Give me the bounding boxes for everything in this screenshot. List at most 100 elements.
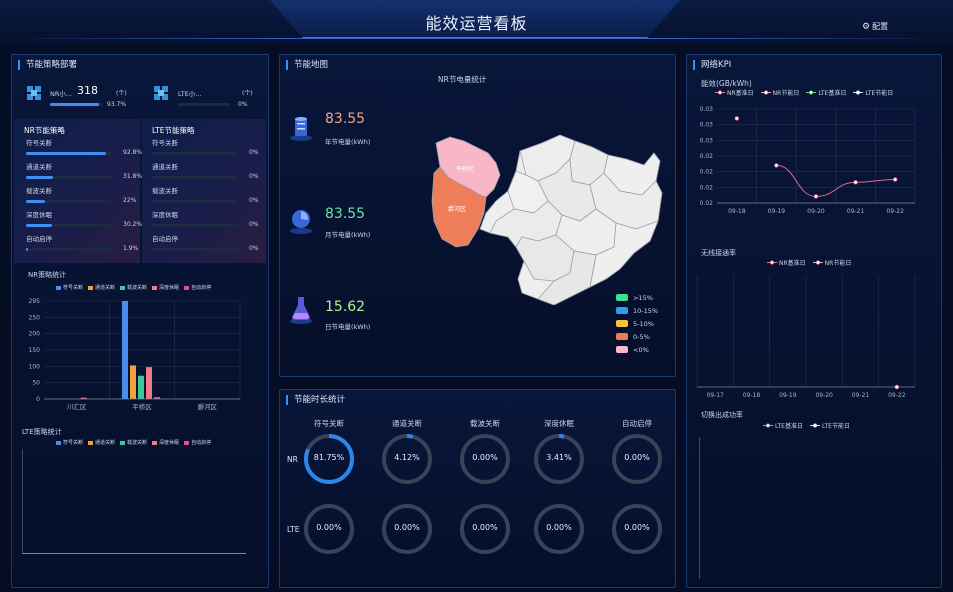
strategy-item-pct: 31.8%	[123, 173, 143, 180]
x-tick-label: 09-22	[886, 208, 904, 215]
duration-ring[interactable]: 81.75%	[302, 432, 356, 486]
ring-value: 0.00%	[624, 523, 650, 532]
duration-ring[interactable]: 0.00%	[610, 432, 664, 486]
legend-item[interactable]: LTE基准日	[763, 421, 803, 430]
duration-ring[interactable]: 0.00%	[302, 502, 356, 556]
duration-ring[interactable]: 0.00%	[610, 502, 664, 556]
kpi-panel: 网络KPI 能效(GB/kWh) NR基准日 NR节能日 LTE基准日 LTE节能日 …	[686, 54, 942, 588]
legend-line-icon	[806, 90, 817, 95]
x-tick-label: 09-20	[807, 208, 825, 215]
strategy-item-progress	[152, 224, 238, 227]
lte-chart-title: LTE策略统计	[22, 428, 62, 436]
legend-item[interactable]: LTE基准日	[806, 88, 846, 97]
duration-ring[interactable]: 0.00%	[532, 502, 586, 556]
legend-item[interactable]: LTE节能日	[853, 88, 893, 97]
strategy-item-pct: 0%	[249, 245, 259, 252]
data-point[interactable]	[853, 180, 858, 185]
legend-label: 符号关断	[63, 285, 84, 291]
duration-ring[interactable]: 0.00%	[458, 432, 512, 486]
y-tick-label: 100	[29, 363, 41, 370]
day-saving-label: 日节电量(kWh)	[325, 323, 371, 331]
clock-icon	[290, 210, 312, 234]
legend-item[interactable]: 符号关断	[56, 284, 83, 291]
region-map[interactable]: 平桥区 爵河区	[430, 129, 666, 305]
map-legend-item[interactable]: 10-15%	[616, 304, 658, 317]
efficiency-line-chart: 0.03 0.03 0.03 0.02 0.02 0.02 0.02 09-18 09-19 09…	[700, 106, 916, 215]
efficiency-legend: NR基准日 NR节能日 LTE基准日 LTE节能日	[715, 88, 893, 97]
strategy-item-label: 通道关断	[26, 163, 52, 171]
legend-item[interactable]: 通道关断	[88, 439, 115, 446]
duration-ring[interactable]: 4.12%	[380, 432, 434, 486]
ring-value: 0.00%	[316, 523, 342, 532]
duration-column-header: 自动启停	[622, 419, 652, 428]
legend-item[interactable]: 深度休眠	[152, 284, 179, 291]
strategy-item-progress	[26, 152, 112, 155]
ring-value: 0.00%	[624, 453, 650, 462]
legend-label: NR基准日	[779, 260, 806, 267]
legend-label: >15%	[633, 293, 653, 302]
ring-value: 3.41%	[546, 453, 572, 462]
page-title: 能效运营看板	[425, 14, 528, 33]
legend-label: 符号关断	[63, 440, 84, 446]
ring-value: 0.00%	[472, 523, 498, 532]
map-legend-item[interactable]: 0-5%	[616, 330, 658, 343]
bar[interactable]	[130, 365, 136, 399]
duration-row-label: LTE	[287, 525, 300, 534]
duration-ring[interactable]: 0.00%	[458, 502, 512, 556]
strategy-item-pct: 0%	[249, 173, 259, 180]
data-point[interactable]	[892, 177, 898, 182]
y-tick-label: 0.02	[700, 200, 714, 207]
config-button[interactable]: ⚙ 配置	[862, 21, 888, 32]
legend-item[interactable]: 自动启停	[184, 439, 211, 446]
nr-summary-progress	[50, 103, 102, 106]
bar[interactable]	[138, 375, 144, 399]
data-point[interactable]	[734, 116, 739, 121]
nr-chart-legend: 符号关断 通道关断 载波关断 深度休眠 自动启停	[56, 284, 211, 291]
map-legend-item[interactable]: <0%	[616, 343, 658, 356]
map-label-pingqiao: 平桥区	[456, 165, 474, 173]
legend-swatch	[616, 294, 628, 301]
bar[interactable]	[122, 301, 128, 399]
map-label-juehe: 爵河区	[448, 205, 466, 213]
duration-ring[interactable]: 0.00%	[380, 502, 434, 556]
legend-swatch	[184, 440, 190, 445]
duration-panel: 节能时长统计 符号关断 通道关断 载波关断 深度休眠 自动启停 NR 81.75% 4.12%…	[279, 389, 676, 588]
data-point[interactable]	[774, 163, 779, 168]
legend-line-icon	[715, 90, 725, 95]
legend-label: LTE节能日	[865, 90, 894, 97]
legend-item[interactable]: 符号关断	[56, 439, 83, 446]
strategy-item-progress	[26, 200, 112, 203]
strategy-item-label: 符号关断	[152, 139, 178, 147]
legend-item[interactable]: 载波关断	[120, 439, 147, 446]
map-chart-title: NR节电量统计	[438, 75, 487, 84]
data-point[interactable]	[894, 384, 900, 390]
duration-ring[interactable]: 3.41%	[532, 432, 586, 486]
legend-item[interactable]: LTE节能日	[809, 421, 850, 430]
legend-item[interactable]: 自动启停	[184, 284, 211, 291]
map-legend-item[interactable]: >15%	[616, 291, 658, 304]
strategy-item-progress	[152, 200, 238, 203]
legend-item[interactable]: 通道关断	[88, 284, 115, 291]
x-tick-label: 09-19	[779, 392, 797, 399]
map-legend-item[interactable]: 5-10%	[616, 317, 658, 330]
bar[interactable]	[146, 367, 152, 399]
strategy-item-label: 自动启停	[26, 235, 52, 243]
handover-chart-title: 切换出成功率	[701, 411, 743, 419]
legend-swatch	[56, 285, 61, 290]
strategy-item-label: 自动启停	[152, 235, 178, 243]
legend-item[interactable]: NR基准日	[767, 258, 806, 267]
legend-label: 载波关断	[127, 285, 148, 291]
strategy-item-pct: 22%	[123, 197, 137, 204]
legend-label: NR基准日	[727, 90, 754, 97]
data-point[interactable]	[813, 194, 819, 199]
y-tick-label: 0.02	[700, 153, 714, 160]
legend-item[interactable]: 深度休眠	[152, 439, 179, 446]
legend-item[interactable]: 载波关断	[120, 284, 147, 291]
legend-label: 5-10%	[633, 319, 654, 328]
legend-item[interactable]: NR节能日	[812, 258, 851, 267]
legend-item[interactable]: NR基准日	[715, 88, 754, 97]
nr-summary-label: NR小...	[50, 90, 73, 98]
day-saving-value: 15.62	[325, 299, 366, 315]
legend-swatch	[152, 285, 158, 290]
legend-item[interactable]: NR节能日	[760, 88, 799, 97]
